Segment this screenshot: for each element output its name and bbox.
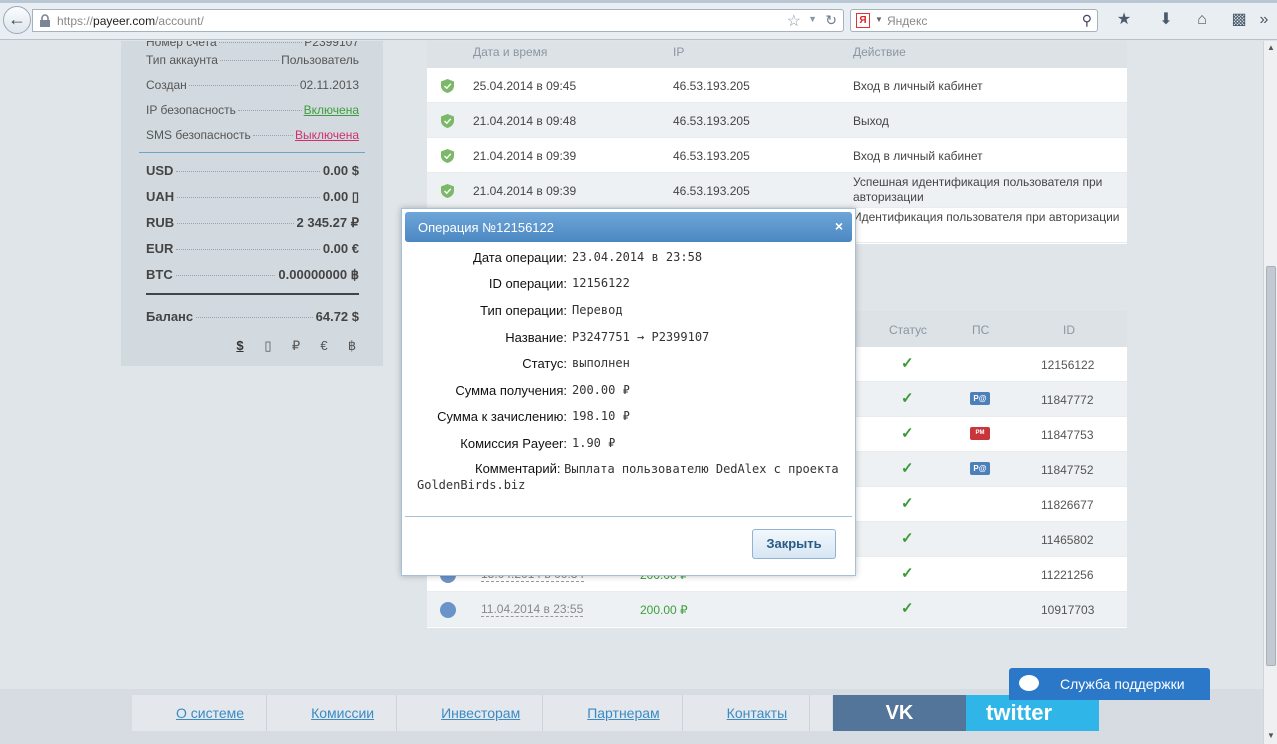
yandex-logo-icon[interactable]: Я [856, 13, 870, 28]
reload-icon[interactable]: ↻ [825, 12, 837, 29]
scroll-up-icon[interactable]: ▲ [1267, 43, 1275, 52]
table-header: Дата и время IP Действие [427, 41, 1127, 68]
dialog-titlebar: Операция №12156122 × [405, 212, 852, 242]
status-success-icon: ✓ [901, 530, 914, 547]
url-dropdown-icon[interactable]: ▼ [808, 14, 817, 24]
scrollbar-thumb[interactable] [1266, 266, 1276, 666]
support-chat-button[interactable]: Служба поддержки [1009, 668, 1210, 700]
search-bar[interactable]: Я ▼ Яндекс ⚲ [850, 9, 1098, 32]
search-input[interactable]: Яндекс [887, 14, 927, 28]
url-text: https://payeer.com/account/ [57, 14, 204, 28]
menu-icon[interactable]: » [1252, 9, 1276, 31]
addon-icon[interactable]: ▩ [1227, 9, 1251, 31]
chat-bubble-icon [1019, 675, 1039, 691]
footer-link-contacts[interactable]: Контакты [683, 695, 811, 731]
currency-rub-row: RUB 2 345.27 ₽ [146, 215, 359, 230]
currency-usd-row: USD 0.00 $ [146, 163, 359, 178]
currency-switch-usd[interactable]: $ [231, 338, 249, 354]
bookmarks-menu-icon[interactable]: ★ [1112, 9, 1136, 31]
status-success-icon: ✓ [901, 495, 914, 512]
operation-date-link[interactable]: 11.04.2014 в 23:55 [481, 602, 584, 617]
status-success-icon: ✓ [901, 425, 914, 442]
shield-icon [441, 114, 454, 128]
payeer-ps-icon: P@ [970, 462, 990, 475]
divider [139, 152, 365, 153]
dialog-divider [405, 516, 852, 517]
balance-row: Баланс 64.72 $ [146, 309, 359, 324]
bookmark-star-icon[interactable]: ☆ [787, 11, 801, 31]
balance-currency-switch: $ ▯ ₽ € ฿ [231, 338, 361, 354]
footer-link-investors[interactable]: Инвесторам [397, 695, 544, 731]
currency-eur-row: EUR 0.00 € [146, 241, 359, 256]
lock-icon [40, 14, 50, 27]
status-success-icon: ✓ [901, 460, 914, 477]
operation-details-dialog: Операция №12156122 × Дата операции: 23.0… [401, 208, 856, 576]
footer-nav: О системе Комиссии Инвесторам Партнерам … [132, 695, 832, 731]
status-success-icon: ✓ [901, 600, 914, 617]
sms-security-row: SMS безопасность Выключена [146, 128, 359, 142]
currency-switch-eur[interactable]: € [315, 338, 333, 354]
perfect-money-ps-icon: PM [970, 427, 990, 440]
scroll-down-icon[interactable]: ▼ [1267, 731, 1275, 740]
vk-icon[interactable]: VK [833, 695, 966, 731]
close-button[interactable]: Закрыть [752, 529, 836, 559]
sms-security-link[interactable]: Выключена [295, 128, 359, 142]
account-number-row: Номер счета P2399107 [146, 41, 359, 49]
page-scrollbar[interactable]: ▲ ▼ [1263, 41, 1277, 744]
close-icon[interactable]: × [835, 218, 843, 234]
balance-divider [146, 293, 359, 295]
status-success-icon: ✓ [901, 565, 914, 582]
currency-btc-row: BTC 0.00000000 ฿ [146, 267, 359, 282]
shield-icon [441, 184, 454, 198]
created-row: Создан 02.11.2013 [146, 78, 359, 92]
shield-icon [441, 79, 454, 93]
account-panel: Номер счета P2399107 Тип аккаунта Пользо… [121, 41, 383, 366]
account-type-row: Тип аккаунта Пользователь [146, 53, 359, 67]
downloads-icon[interactable]: ⬇ [1154, 9, 1178, 31]
field-comment: Комментарий: Выплата пользователю DedAle… [417, 461, 839, 492]
table-row: 25.04.2014 в 09:45 46.53.193.205 Вход в … [427, 68, 1127, 103]
table-row: 21.04.2014 в 09:39 46.53.193.205 Вход в … [427, 138, 1127, 173]
ip-security-link[interactable]: Включена [304, 103, 359, 117]
footer-link-partners[interactable]: Партнерам [543, 695, 683, 731]
table-row: 21.04.2014 в 09:48 46.53.193.205 Выход [427, 103, 1127, 138]
footer-link-about[interactable]: О системе [132, 695, 268, 731]
twitter-icon[interactable]: twitter [966, 695, 1099, 731]
back-button[interactable]: ← [3, 6, 31, 34]
home-icon[interactable]: ⌂ [1190, 9, 1214, 31]
status-success-icon: ✓ [901, 390, 914, 407]
search-engine-dropdown-icon[interactable]: ▼ [875, 15, 883, 24]
search-icon[interactable]: ⚲ [1082, 12, 1092, 29]
address-bar[interactable]: https://payeer.com/account/ ☆ ▼ ↻ [32, 9, 844, 32]
currency-switch-uah[interactable]: ▯ [259, 338, 277, 354]
currency-switch-rub[interactable]: ₽ [287, 338, 305, 354]
table-row[interactable]: 11.04.2014 в 23:55 200.00 ₽ ✓ 10917703 [427, 592, 1127, 627]
currency-uah-row: UAH 0.00 ▯ [146, 189, 359, 204]
footer-link-fees[interactable]: Комиссии [267, 695, 398, 731]
dialog-title: Операция №12156122 [418, 220, 554, 235]
ip-security-row: IP безопасность Включена [146, 103, 359, 117]
status-success-icon: ✓ [901, 355, 914, 372]
transfer-icon [440, 602, 456, 618]
shield-icon [441, 149, 454, 163]
payeer-ps-icon: P@ [970, 392, 990, 405]
tab-strip-edge [0, 0, 1277, 3]
browser-toolbar: ← https://payeer.com/account/ ☆ ▼ ↻ Я ▼ … [0, 0, 1277, 40]
table-row: 21.04.2014 в 09:39 46.53.193.205 Успешна… [427, 173, 1127, 208]
currency-switch-btc[interactable]: ฿ [343, 338, 361, 354]
